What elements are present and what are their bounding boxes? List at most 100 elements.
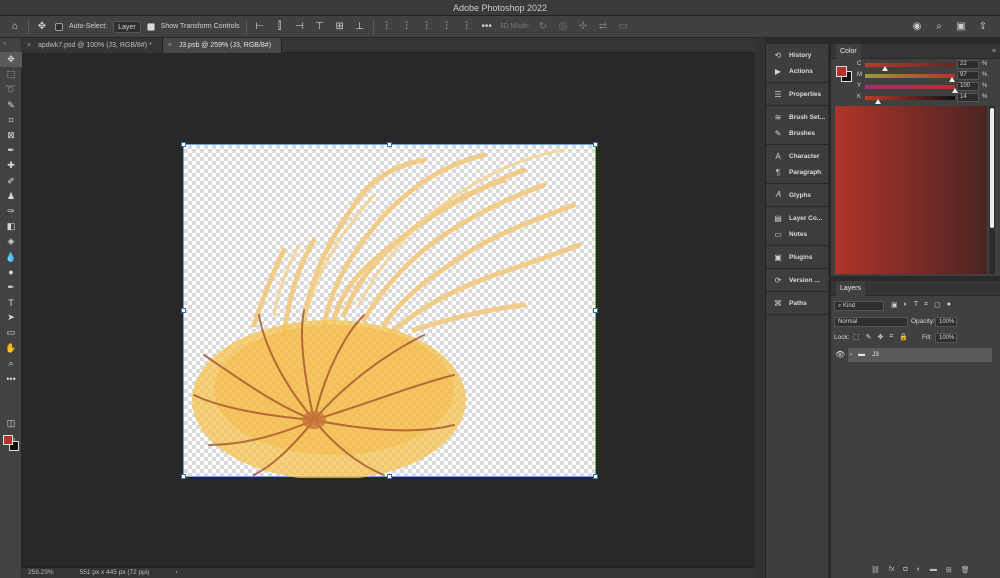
lasso-tool-icon[interactable]: ➰	[0, 82, 22, 97]
close-tab-icon[interactable]: ×	[27, 38, 31, 53]
slider-value-field[interactable]: 14	[957, 93, 979, 102]
eyedropper-tool-icon[interactable]: ✒	[0, 143, 22, 158]
document-canvas[interactable]	[181, 142, 598, 479]
slider-value-field[interactable]: 97	[957, 71, 979, 80]
dock-item-paths[interactable]: ⌘ Paths	[766, 295, 828, 311]
transform-handle-bottom[interactable]	[387, 474, 392, 479]
auto-select-target-dropdown[interactable]: Layer	[113, 20, 141, 33]
zoom-level[interactable]: 259.23%	[28, 568, 54, 578]
dock-item-brush-settings[interactable]: ≋ Brush Set...	[766, 109, 828, 125]
adjustment-layer-icon[interactable]: ◐	[917, 566, 921, 574]
slider-track[interactable]	[865, 63, 955, 67]
move-tool-icon[interactable]: ✥	[0, 52, 22, 68]
show-transform-checkbox[interactable]	[146, 22, 155, 31]
filter-shape-icon[interactable]: ⌗	[924, 301, 928, 309]
layer-row[interactable]: › ▬ J3	[848, 348, 992, 362]
align-middle-icon[interactable]: ⊞	[333, 20, 347, 34]
slider-c[interactable]: C 22%	[857, 60, 1000, 71]
quick-mask-icon[interactable]: ◫	[0, 416, 22, 431]
transform-handle-bottom-left[interactable]	[181, 474, 186, 479]
status-menu-arrow-icon[interactable]: ›	[175, 568, 177, 578]
slider-k[interactable]: K 14%	[857, 93, 1000, 104]
3d-slide-icon[interactable]: ⇄	[596, 20, 610, 34]
hand-tool-icon[interactable]: ✋	[0, 341, 22, 356]
layer-style-icon[interactable]: fx	[889, 566, 894, 574]
slider-thumb[interactable]	[874, 99, 881, 104]
filter-pixel-icon[interactable]: ▣	[891, 301, 898, 309]
lock-all-icon[interactable]: 🔒	[899, 333, 908, 341]
fill-field[interactable]: 100%	[935, 333, 957, 343]
tab-apdwk7[interactable]: × apdwk7.psd @ 100% (J3, RGB/8#) *	[22, 38, 163, 53]
search-icon[interactable]: ⌕	[932, 20, 946, 34]
opacity-field[interactable]: 100%	[935, 317, 957, 327]
quick-selection-tool-icon[interactable]: ✎	[0, 98, 22, 113]
dock-item-layer-comps[interactable]: ▤ Layer Co...	[766, 210, 828, 226]
eraser-tool-icon[interactable]: ◧	[0, 219, 22, 234]
transform-handle-left[interactable]	[181, 308, 186, 313]
clone-stamp-tool-icon[interactable]: ♟	[0, 189, 22, 204]
share-icon[interactable]: ◉	[910, 20, 924, 34]
link-layers-icon[interactable]: ⛓	[871, 566, 880, 574]
canvas-workspace[interactable]	[22, 53, 755, 567]
color-spectrum[interactable]	[835, 106, 987, 274]
path-selection-tool-icon[interactable]: ➤	[0, 310, 22, 325]
share-export-icon[interactable]: ⇪	[976, 20, 990, 34]
dock-item-notes[interactable]: ▭ Notes	[766, 226, 828, 242]
slider-track[interactable]	[865, 74, 955, 78]
dock-item-plugins[interactable]: ▣ Plugins	[766, 249, 828, 265]
dock-item-character[interactable]: A Character	[766, 148, 828, 164]
slider-value-field[interactable]: 100	[957, 82, 979, 91]
dock-item-version-history[interactable]: ⟳ Version ...	[766, 272, 828, 288]
transform-handle-right[interactable]	[593, 308, 598, 313]
distribute-top-icon[interactable]: ⫶	[440, 20, 454, 34]
layers-panel-title[interactable]: Layers	[836, 281, 866, 296]
toolbar-grip-icon[interactable]: »	[0, 38, 21, 52]
brush-tool-icon[interactable]: ✐	[0, 174, 22, 189]
align-bottom-icon[interactable]: ⊥	[353, 20, 367, 34]
new-layer-icon[interactable]: ⊞	[946, 566, 952, 574]
3d-scale-icon[interactable]: ▭	[616, 20, 630, 34]
color-panel-fg-swatch[interactable]	[836, 66, 847, 77]
paint-bucket-tool-icon[interactable]: ◈	[0, 234, 22, 249]
distribute-center-icon[interactable]: ⫶	[400, 20, 414, 34]
align-center-icon[interactable]: ⫿	[273, 20, 287, 34]
color-panel-title[interactable]: Color	[836, 44, 861, 59]
panel-menu-icon[interactable]: ≡	[992, 44, 996, 59]
foreground-color-swatch[interactable]	[3, 435, 13, 445]
zoom-tool-icon[interactable]: ⌕	[0, 356, 22, 371]
dock-item-brushes[interactable]: ✎ Brushes	[766, 125, 828, 141]
move-tool-preset-icon[interactable]: ✥	[35, 20, 49, 34]
filter-kind-dropdown[interactable]: ⌕ Kind	[834, 301, 884, 311]
align-right-icon[interactable]: ⊣	[293, 20, 307, 34]
distribute-left-icon[interactable]: ⫶	[380, 20, 394, 34]
auto-select-checkbox[interactable]	[55, 22, 63, 31]
dock-item-history[interactable]: ⟲ History	[766, 47, 828, 63]
slider-track[interactable]	[865, 85, 955, 89]
dock-item-actions[interactable]: ▶ Actions	[766, 63, 828, 79]
more-options-icon[interactable]: •••	[480, 20, 494, 34]
delete-layer-icon[interactable]: 🗑	[961, 566, 970, 574]
blur-tool-icon[interactable]: 💧	[0, 249, 22, 264]
home-icon[interactable]: ⌂	[8, 20, 22, 34]
history-brush-tool-icon[interactable]: ✑	[0, 204, 22, 219]
transform-handle-bottom-right[interactable]	[593, 474, 598, 479]
visibility-eye-icon[interactable]: 👁	[835, 350, 845, 359]
3d-rotate-icon[interactable]: ↻	[536, 20, 550, 34]
dock-item-glyphs[interactable]: 𝐴 Glyphs	[766, 187, 828, 203]
lock-artboard-icon[interactable]: ⌗	[889, 333, 893, 341]
color-panel-scrollbar[interactable]	[989, 106, 995, 274]
transform-handle-top-left[interactable]	[181, 142, 186, 147]
dock-item-paragraph[interactable]: ¶ Paragraph	[766, 164, 828, 180]
add-mask-icon[interactable]: ◘	[903, 566, 907, 574]
healing-brush-tool-icon[interactable]: ✚	[0, 158, 22, 173]
slider-y[interactable]: Y 100%	[857, 82, 1000, 93]
filter-type-icon[interactable]: T	[914, 301, 918, 309]
tab-j3[interactable]: × J3.psb @ 259% (J3, RGB/8#)	[162, 38, 283, 53]
lock-image-icon[interactable]: ✎	[866, 333, 872, 341]
frame-tool-icon[interactable]: ⊠	[0, 128, 22, 143]
3d-pan-icon[interactable]: ✣	[576, 20, 590, 34]
slider-value-field[interactable]: 22	[957, 60, 979, 69]
blend-mode-dropdown[interactable]: Normal	[834, 317, 908, 327]
close-tab-icon[interactable]: ×	[168, 38, 172, 53]
lock-position-icon[interactable]: ✥	[878, 333, 884, 341]
